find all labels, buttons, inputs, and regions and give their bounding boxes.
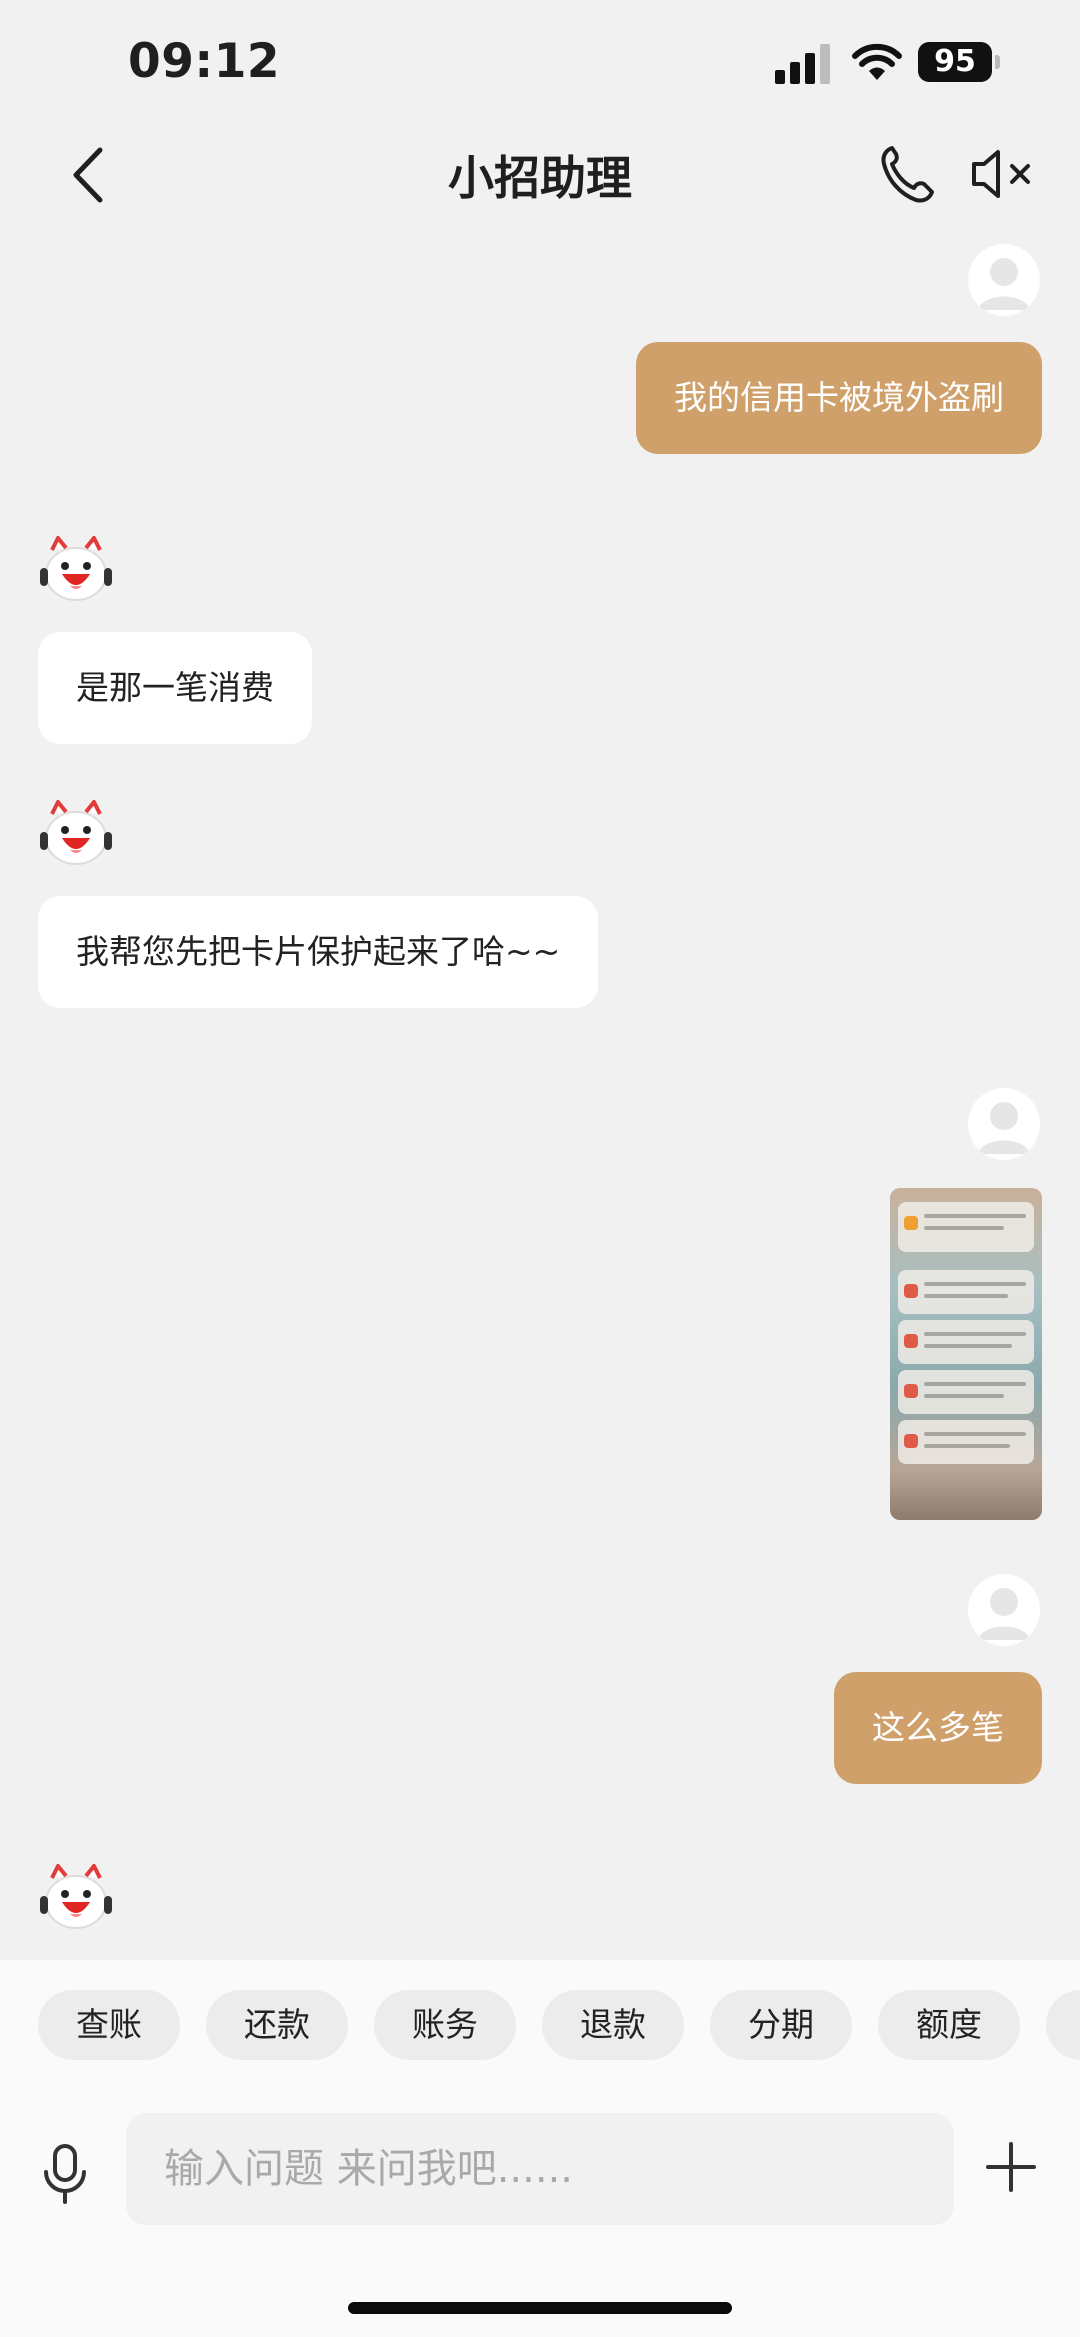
phone-icon[interactable] xyxy=(878,142,934,204)
plus-icon[interactable] xyxy=(986,2142,1036,2192)
wifi-icon xyxy=(852,43,902,80)
message-bubble-user[interactable]: 我的信用卡被境外盗刷 xyxy=(636,342,1042,454)
assistant-avatar-icon[interactable] xyxy=(38,1864,114,1934)
nav-bar: 小招助理 xyxy=(0,120,1080,230)
home-indicator[interactable] xyxy=(348,2302,732,2314)
notification-card xyxy=(898,1270,1034,1314)
person-icon xyxy=(978,1588,1030,1640)
text-line xyxy=(924,1282,1026,1286)
text-line xyxy=(924,1382,1026,1386)
app-icon xyxy=(904,1434,918,1448)
message-bubble-user[interactable]: 这么多笔 xyxy=(834,1672,1042,1784)
user-avatar[interactable] xyxy=(968,1574,1040,1646)
battery-level: 95 xyxy=(918,42,992,82)
user-avatar[interactable] xyxy=(968,244,1040,316)
notification-card xyxy=(898,1370,1034,1414)
text-line xyxy=(924,1444,1010,1448)
message-input[interactable]: 输入问题 来问我吧...... xyxy=(126,2113,954,2225)
chip-more[interactable] xyxy=(1046,1990,1080,2060)
message-bubble-assistant[interactable]: 我帮您先把卡片保护起来了哈~~ xyxy=(38,896,599,1008)
text-line xyxy=(924,1214,1026,1218)
quick-reply-bar: 查账 还款 账务 退款 分期 额度 xyxy=(0,1960,1080,2090)
text-line xyxy=(924,1344,1012,1348)
chip-check-statement[interactable]: 查账 xyxy=(38,1990,180,2060)
app-icon xyxy=(904,1216,918,1230)
person-icon xyxy=(978,258,1030,310)
notification-card xyxy=(898,1202,1034,1252)
chip-repayment[interactable]: 还款 xyxy=(206,1990,348,2060)
assistant-avatar-icon[interactable] xyxy=(38,536,114,606)
cellular-signal-icon xyxy=(775,44,830,84)
chip-account[interactable]: 账务 xyxy=(374,1990,516,2060)
text-line xyxy=(924,1332,1026,1336)
text-line xyxy=(924,1294,1008,1298)
app-icon xyxy=(904,1284,918,1298)
chip-refund[interactable]: 退款 xyxy=(542,1990,684,2060)
mute-speaker-icon[interactable] xyxy=(970,146,1034,202)
app-icon xyxy=(904,1334,918,1348)
status-time: 09:12 xyxy=(128,34,281,89)
status-bar: 09:12 95 xyxy=(0,0,1080,120)
notification-card xyxy=(898,1420,1034,1464)
input-area: 输入问题 来问我吧...... xyxy=(0,2090,1080,2337)
battery-icon: 95 xyxy=(918,42,1002,82)
message-bubble-assistant[interactable]: 是那一笔消费 xyxy=(38,632,312,744)
assistant-avatar-icon[interactable] xyxy=(38,800,114,870)
text-line xyxy=(924,1226,1004,1230)
chip-credit-limit[interactable]: 额度 xyxy=(878,1990,1020,2060)
text-line xyxy=(924,1432,1026,1436)
person-icon xyxy=(978,1102,1030,1154)
chat-screen: 09:12 95 小招助理 我的信用卡被境外盗刷 是那一笔消费 我帮您先把卡片保… xyxy=(0,0,1080,2337)
chip-installment[interactable]: 分期 xyxy=(710,1990,852,2060)
notification-card xyxy=(898,1320,1034,1364)
user-avatar[interactable] xyxy=(968,1088,1040,1160)
microphone-icon[interactable] xyxy=(40,2142,90,2206)
battery-tip xyxy=(995,55,1000,69)
app-icon xyxy=(904,1384,918,1398)
text-line xyxy=(924,1394,1004,1398)
image-message-thumbnail[interactable] xyxy=(890,1188,1042,1520)
